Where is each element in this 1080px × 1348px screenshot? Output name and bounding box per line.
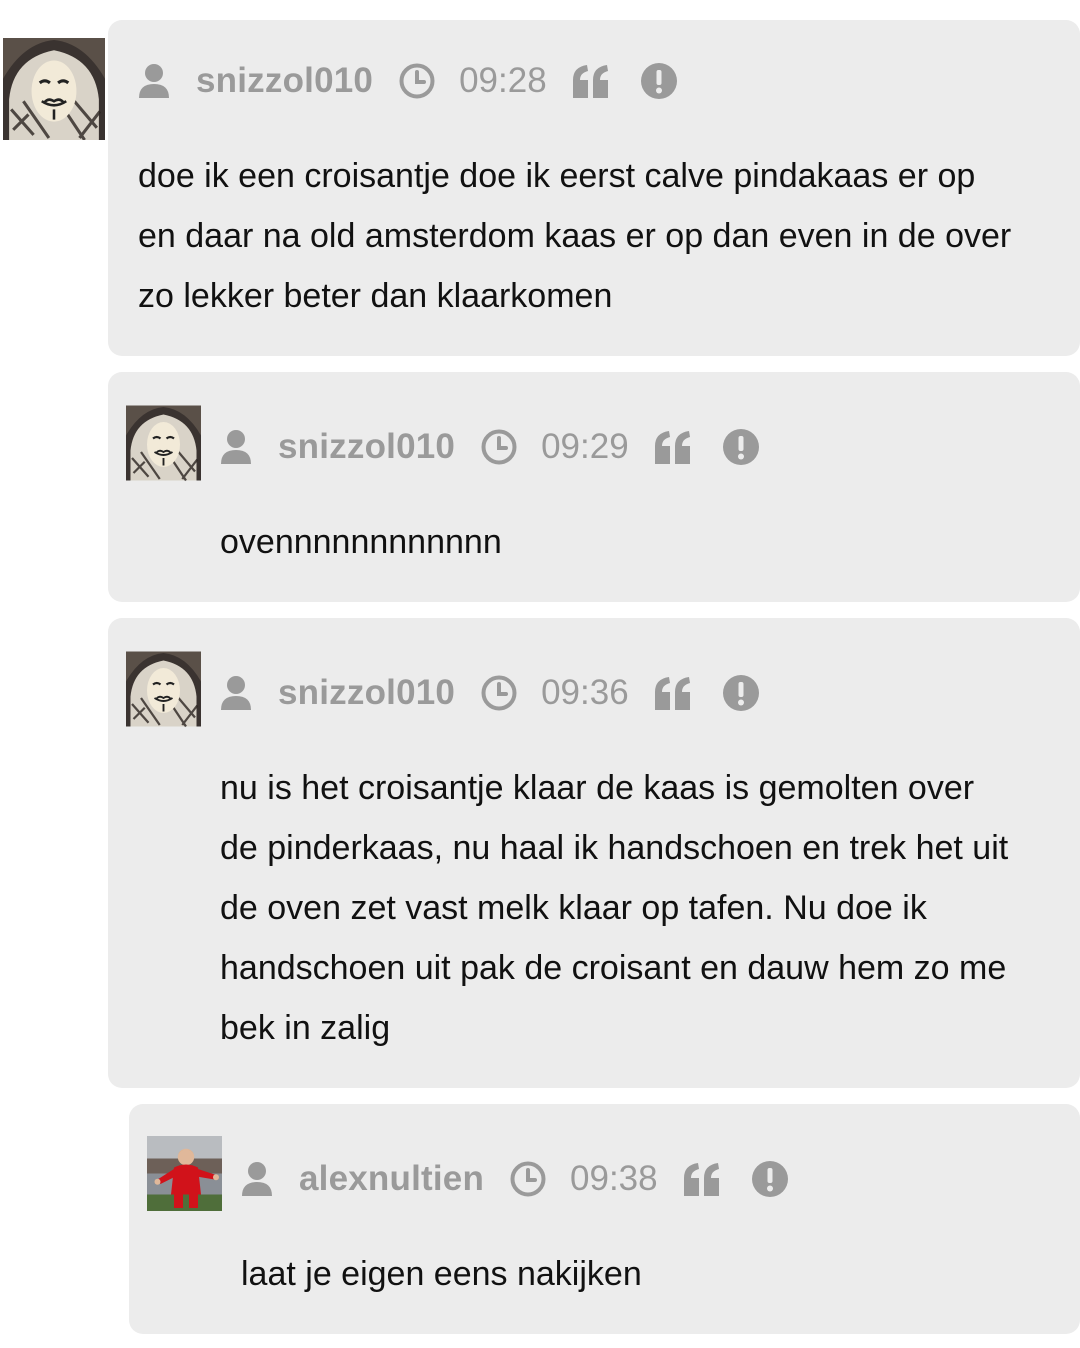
comment-body: laat je eigen eens nakijken (241, 1244, 642, 1304)
anonymous-mask-avatar-icon (126, 651, 201, 728)
timestamp: 09:36 (541, 673, 629, 712)
comment-meta: snizzol010 09:28 (138, 61, 677, 101)
comment-body: nu is het croisantje klaar de kaas is ge… (220, 758, 1008, 1058)
user-icon (220, 675, 278, 711)
clock-icon (373, 63, 459, 99)
quote-icon[interactable] (629, 430, 693, 464)
avatar[interactable] (147, 1136, 222, 1211)
username-link[interactable]: alexnultien (299, 1159, 484, 1199)
clock-icon (455, 429, 541, 465)
comment-meta: alexnultien 09:38 (241, 1159, 788, 1199)
timestamp: 09:29 (541, 427, 629, 466)
avatar[interactable] (3, 38, 105, 140)
user-icon (138, 63, 196, 99)
quote-icon[interactable] (658, 1162, 722, 1196)
avatar[interactable] (126, 404, 201, 482)
comment-line: en daar na old amsterdom kaas er op dan … (138, 217, 1012, 255)
report-icon[interactable] (693, 675, 759, 711)
clock-icon (455, 675, 541, 711)
comment-line: nu is het croisantje klaar de kaas is ge… (220, 769, 975, 807)
comment-line: handschoen uit pak de croisant en dauw h… (220, 949, 1007, 987)
comment-line: de pinderkaas, nu haal ik handschoen en … (220, 829, 1009, 867)
anonymous-mask-avatar-icon (3, 38, 105, 140)
football-player-avatar-icon (147, 1136, 222, 1211)
anonymous-mask-avatar-icon (126, 405, 201, 482)
user-icon (241, 1161, 299, 1197)
comment-card: alexnultien 09:38 laat je eigen eens nak… (129, 1104, 1080, 1334)
quote-icon[interactable] (547, 64, 611, 98)
username-link[interactable]: snizzol010 (278, 427, 455, 467)
report-icon[interactable] (611, 63, 677, 99)
report-icon[interactable] (722, 1161, 788, 1197)
report-icon[interactable] (693, 429, 759, 465)
comment-line: de oven zet vast melk klaar op tafen. Nu… (220, 889, 927, 927)
comment-line: ovennnnnnnnnnnn (220, 523, 502, 561)
avatar[interactable] (126, 650, 201, 728)
comment-card: snizzol010 09:36 nu is het croisantje kl… (108, 618, 1080, 1088)
comment-line: zo lekker beter dan klaarkomen (138, 277, 613, 315)
comment-card: snizzol010 09:29 ovennnnnnnnnnnn (108, 372, 1080, 602)
comment-line: bek in zalig (220, 1009, 391, 1047)
quote-icon[interactable] (629, 676, 693, 710)
comment-body: doe ik een croisantje doe ik eerst calve… (138, 146, 1011, 326)
clock-icon (484, 1161, 570, 1197)
comment-card: snizzol010 09:28 doe ik een croisantje d… (108, 20, 1080, 356)
comment-meta: snizzol010 09:29 (220, 427, 759, 467)
timestamp: 09:28 (459, 61, 547, 100)
username-link[interactable]: snizzol010 (278, 673, 455, 713)
comment-meta: snizzol010 09:36 (220, 673, 759, 713)
user-icon (220, 429, 278, 465)
username-link[interactable]: snizzol010 (196, 61, 373, 101)
comment-line: laat je eigen eens nakijken (241, 1255, 642, 1293)
timestamp: 09:38 (570, 1159, 658, 1198)
comment-line: doe ik een croisantje doe ik eerst calve… (138, 157, 976, 195)
comment-body: ovennnnnnnnnnnn (220, 512, 502, 572)
